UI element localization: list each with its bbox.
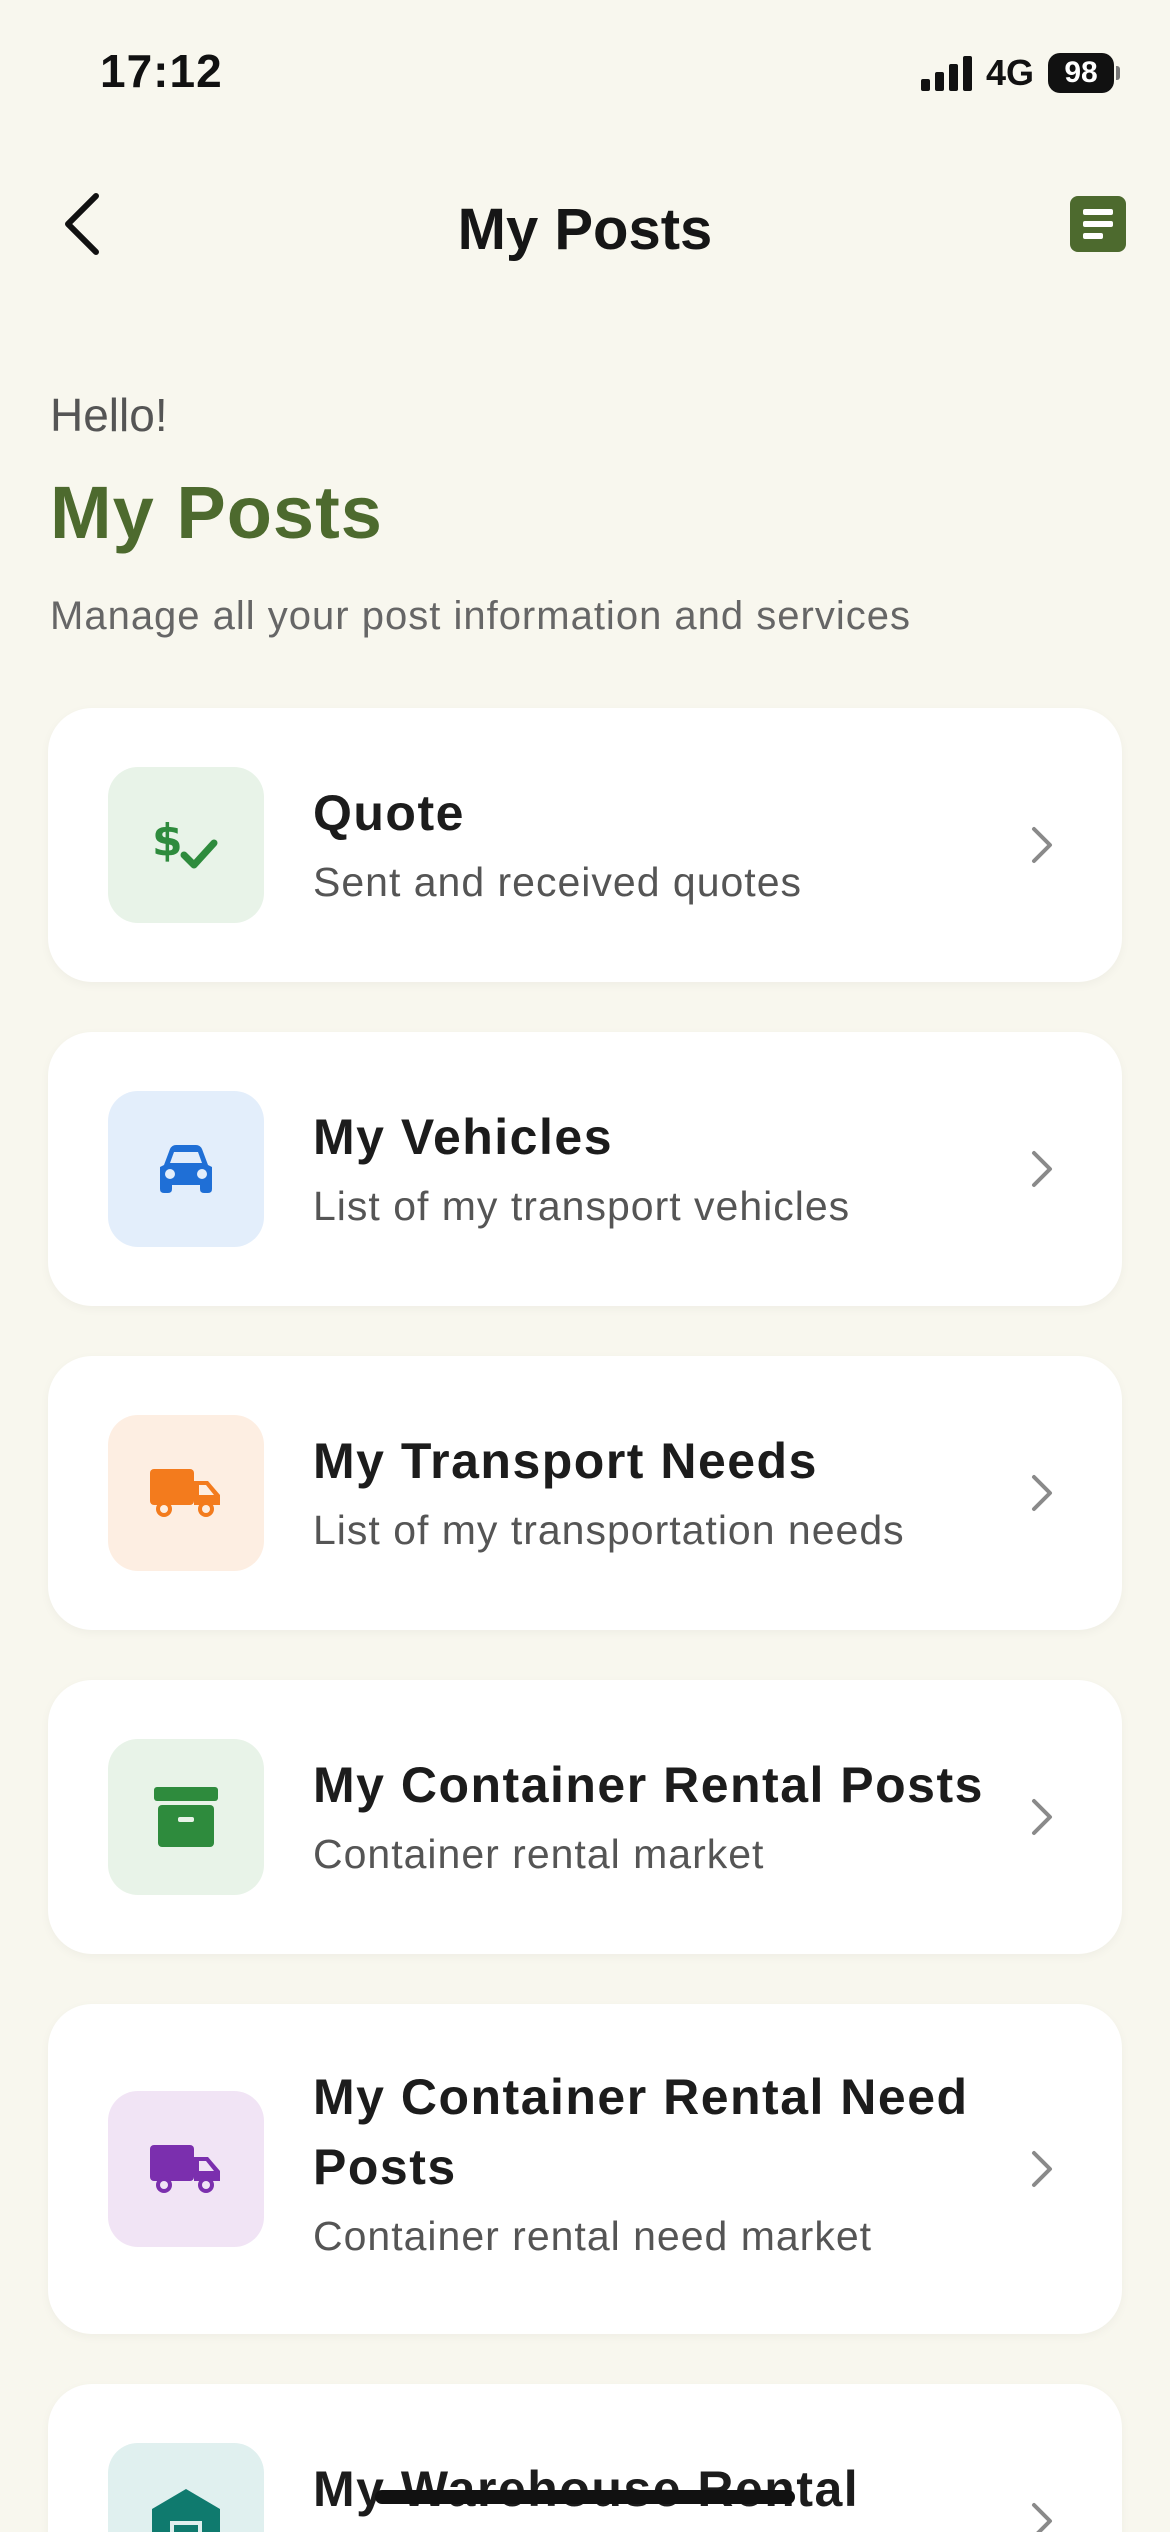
warehouse-icon bbox=[152, 2489, 220, 2532]
status-bar: 17:12 4G 98 bbox=[0, 0, 1170, 150]
home-indicator[interactable] bbox=[375, 2490, 795, 2504]
card-icon-warehouse-rental bbox=[108, 2443, 264, 2532]
signal-icon bbox=[920, 55, 972, 91]
chevron-right-icon bbox=[1032, 1799, 1052, 1835]
svg-text:$: $ bbox=[152, 815, 183, 866]
document-button[interactable] bbox=[1070, 196, 1126, 252]
dollar-check-icon: $ bbox=[152, 815, 218, 869]
page-subtitle: Manage all your post information and ser… bbox=[50, 594, 911, 638]
nav-title: My Posts bbox=[457, 197, 713, 262]
card-my-container-rental-posts[interactable]: My Container Rental Posts Container rent… bbox=[48, 1680, 1122, 1954]
card-icon-transport-needs bbox=[108, 1415, 264, 1571]
battery-level: 98 bbox=[1048, 53, 1114, 93]
page-heading: My Posts bbox=[50, 471, 383, 554]
greeting: Hello! bbox=[50, 389, 168, 441]
chevron-right-icon bbox=[1032, 1475, 1052, 1511]
card-title: Quote bbox=[313, 785, 465, 841]
network-label: 4G bbox=[985, 52, 1034, 93]
card-icon-vehicles bbox=[108, 1091, 264, 1247]
card-my-transport-needs[interactable]: My Transport Needs List of my transporta… bbox=[48, 1356, 1122, 1630]
card-description: Container rental need market bbox=[313, 2213, 873, 2259]
chevron-right-icon bbox=[1032, 1151, 1052, 1187]
card-description: List of my transport vehicles bbox=[313, 1183, 851, 1229]
chevron-right-icon bbox=[1032, 2151, 1052, 2187]
card-my-vehicles[interactable]: My Vehicles List of my transport vehicle… bbox=[48, 1032, 1122, 1306]
status-indicators: 4G 98 bbox=[920, 52, 1120, 94]
truck-icon bbox=[150, 1469, 220, 1517]
card-title: My Transport Needs bbox=[313, 1433, 818, 1489]
card-quote[interactable]: $ Quote Sent and received quotes bbox=[48, 708, 1122, 982]
card-icon-container-rental-need bbox=[108, 2091, 264, 2247]
card-description: List of my transportation needs bbox=[313, 1507, 905, 1553]
truck-icon bbox=[150, 2145, 220, 2193]
nav-bar: My Posts bbox=[0, 160, 1170, 290]
archive-box-icon bbox=[154, 1787, 218, 1847]
card-description: Sent and received quotes bbox=[313, 859, 802, 905]
card-title: My Vehicles bbox=[313, 1109, 613, 1165]
card-title: My Container Rental Need Posts bbox=[313, 2069, 969, 2195]
document-icon bbox=[1083, 209, 1113, 215]
car-icon bbox=[160, 1145, 212, 1193]
chevron-right-icon bbox=[1032, 2503, 1052, 2532]
card-my-container-rental-need-posts[interactable]: My Container Rental Need Posts Container… bbox=[48, 2004, 1122, 2334]
chevron-right-icon bbox=[1032, 827, 1052, 863]
card-title: My Container Rental Posts bbox=[313, 1757, 984, 1813]
status-time: 17:12 bbox=[100, 45, 223, 97]
card-icon-container-rental bbox=[108, 1739, 264, 1895]
card-description: Container rental market bbox=[313, 1831, 765, 1877]
card-icon-quote: $ bbox=[108, 767, 264, 923]
battery-icon: 98 bbox=[1048, 53, 1120, 93]
card-my-warehouse-rental-posts[interactable]: My Warehouse Rental Posts bbox=[48, 2384, 1122, 2532]
